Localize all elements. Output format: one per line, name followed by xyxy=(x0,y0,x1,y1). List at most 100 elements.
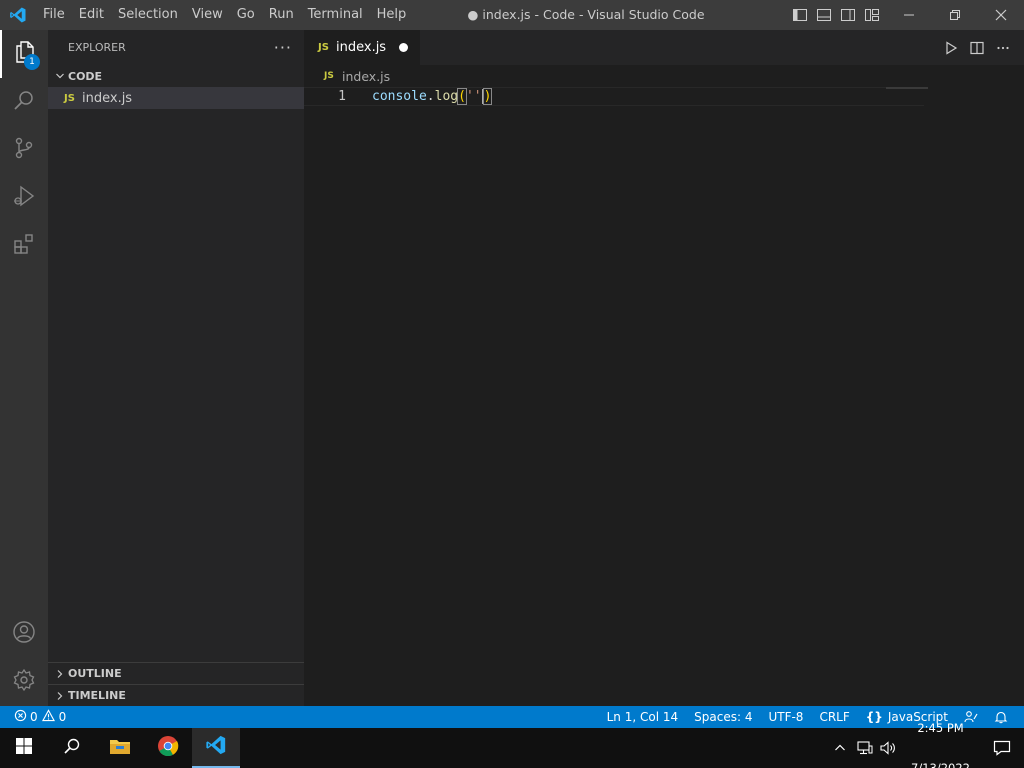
tab-index-js[interactable]: JS index.js xyxy=(304,30,420,65)
file-encoding[interactable]: UTF-8 xyxy=(760,710,811,724)
activity-bottom xyxy=(0,610,48,706)
taskbar-chrome[interactable] xyxy=(144,728,192,768)
restore-icon[interactable] xyxy=(932,0,978,30)
taskbar-file-explorer[interactable] xyxy=(96,728,144,768)
notification-center-icon[interactable] xyxy=(980,728,1024,768)
file-name: index.js xyxy=(82,90,133,106)
menu-file[interactable]: File xyxy=(36,0,72,30)
timeline-section[interactable]: TIMELINE xyxy=(48,684,304,706)
minimap[interactable] xyxy=(886,87,928,89)
extensions-icon xyxy=(12,232,36,260)
folder-icon xyxy=(109,737,131,759)
breadcrumb-file[interactable]: index.js xyxy=(342,69,390,84)
folder-section-code[interactable]: CODE xyxy=(48,65,304,87)
sidebar-bottom-sections: OUTLINE TIMELINE xyxy=(48,662,304,706)
code-method: log xyxy=(434,89,459,104)
error-count: 0 xyxy=(30,710,38,724)
chevron-right-icon xyxy=(52,669,68,679)
explorer-badge: 1 xyxy=(24,54,40,70)
code-line: 1 console.log('') xyxy=(304,87,924,106)
editor-actions xyxy=(938,30,1016,65)
toggle-primary-sidebar-icon[interactable] xyxy=(788,0,812,30)
activity-bar: 1 xyxy=(0,30,48,706)
run-icon[interactable] xyxy=(938,30,964,65)
warning-count: 0 xyxy=(58,710,67,724)
timeline-label: TIMELINE xyxy=(68,689,126,702)
unsaved-dot-icon[interactable] xyxy=(399,43,408,52)
chrome-icon xyxy=(157,735,179,761)
taskbar-vscode[interactable] xyxy=(192,728,240,768)
menu-terminal[interactable]: Terminal xyxy=(301,0,370,30)
code-close-paren: ) xyxy=(482,88,493,105)
line-number: 1 xyxy=(338,89,346,104)
more-actions-icon[interactable] xyxy=(990,30,1016,65)
activity-explorer[interactable]: 1 xyxy=(0,30,48,78)
layout-controls xyxy=(788,0,884,30)
chevron-up-icon[interactable] xyxy=(827,728,853,768)
editor-tab-bar: JS index.js xyxy=(304,30,1024,65)
activity-source-control[interactable] xyxy=(0,126,48,174)
code-editor[interactable]: 1 console.log('') xyxy=(304,87,1024,687)
windows-taskbar: 2:45 PM 7/13/2022 xyxy=(0,721,1024,768)
menu-view[interactable]: View xyxy=(185,0,230,30)
network-icon[interactable] xyxy=(853,728,877,768)
start-button[interactable] xyxy=(0,728,48,768)
cursor-position[interactable]: Ln 1, Col 14 xyxy=(599,710,687,724)
notifications-bell-icon[interactable] xyxy=(986,710,1016,724)
customize-layout-icon[interactable] xyxy=(860,0,884,30)
more-actions-icon[interactable]: ··· xyxy=(274,38,292,57)
javascript-file-icon: JS xyxy=(64,92,75,104)
menu-selection[interactable]: Selection xyxy=(111,0,185,30)
vscode-logo-icon[interactable] xyxy=(0,0,36,30)
code-text: console.log('') xyxy=(372,88,493,105)
menu-edit[interactable]: Edit xyxy=(72,0,111,30)
toggle-secondary-sidebar-icon[interactable] xyxy=(836,0,860,30)
run-debug-icon xyxy=(12,184,36,212)
clock[interactable]: 2:45 PM 7/13/2022 xyxy=(901,708,980,768)
menu-go[interactable]: Go xyxy=(230,0,262,30)
menu-help[interactable]: Help xyxy=(370,0,414,30)
problems-status[interactable]: 0 0 xyxy=(0,709,66,725)
activity-accounts[interactable] xyxy=(0,610,48,658)
menu-run[interactable]: Run xyxy=(262,0,301,30)
indentation[interactable]: Spaces: 4 xyxy=(686,710,760,724)
volume-icon[interactable] xyxy=(877,728,901,768)
system-tray: 2:45 PM 7/13/2022 xyxy=(827,721,1024,768)
window-controls xyxy=(886,0,1024,30)
braces-icon: {} xyxy=(865,710,883,724)
toggle-panel-icon[interactable] xyxy=(812,0,836,30)
chevron-right-icon xyxy=(52,691,68,701)
menu-bar: File Edit Selection View Go Run Terminal… xyxy=(36,0,413,30)
error-icon xyxy=(14,709,27,725)
javascript-file-icon: JS xyxy=(324,71,334,81)
title-bar: File Edit Selection View Go Run Terminal… xyxy=(0,0,1024,30)
chevron-down-icon xyxy=(52,71,68,81)
account-icon xyxy=(12,620,36,648)
minimize-icon[interactable] xyxy=(886,0,932,30)
end-of-line[interactable]: CRLF xyxy=(811,710,857,724)
code-open-paren: ( xyxy=(457,88,467,105)
sidebar-title: EXPLORER xyxy=(68,41,126,54)
close-icon[interactable] xyxy=(978,0,1024,30)
outline-section[interactable]: OUTLINE xyxy=(48,662,304,684)
taskbar-search-button[interactable] xyxy=(48,728,96,768)
activity-manage[interactable] xyxy=(0,658,48,706)
file-item-index-js[interactable]: JS index.js xyxy=(48,87,304,109)
code-dot: . xyxy=(426,89,435,104)
split-editor-icon[interactable] xyxy=(964,30,990,65)
code-string: '' xyxy=(465,89,482,104)
javascript-file-icon: JS xyxy=(318,42,329,53)
activity-run-debug[interactable] xyxy=(0,174,48,222)
folder-name: CODE xyxy=(68,69,103,83)
search-icon xyxy=(63,737,81,759)
activity-extensions[interactable] xyxy=(0,222,48,270)
search-icon xyxy=(12,88,36,116)
clock-date: 7/13/2022 xyxy=(911,761,970,768)
vscode-logo-icon xyxy=(205,734,227,760)
breadcrumb: JS index.js xyxy=(304,65,1024,87)
gear-icon xyxy=(12,668,36,696)
status-bar: 0 0 Ln 1, Col 14 Spaces: 4 UTF-8 CRLF {}… xyxy=(0,706,1024,728)
activity-search[interactable] xyxy=(0,78,48,126)
sidebar-header: EXPLORER ··· xyxy=(48,30,304,65)
explorer-sidebar: EXPLORER ··· CODE JS index.js OUTLINE TI… xyxy=(48,30,304,706)
